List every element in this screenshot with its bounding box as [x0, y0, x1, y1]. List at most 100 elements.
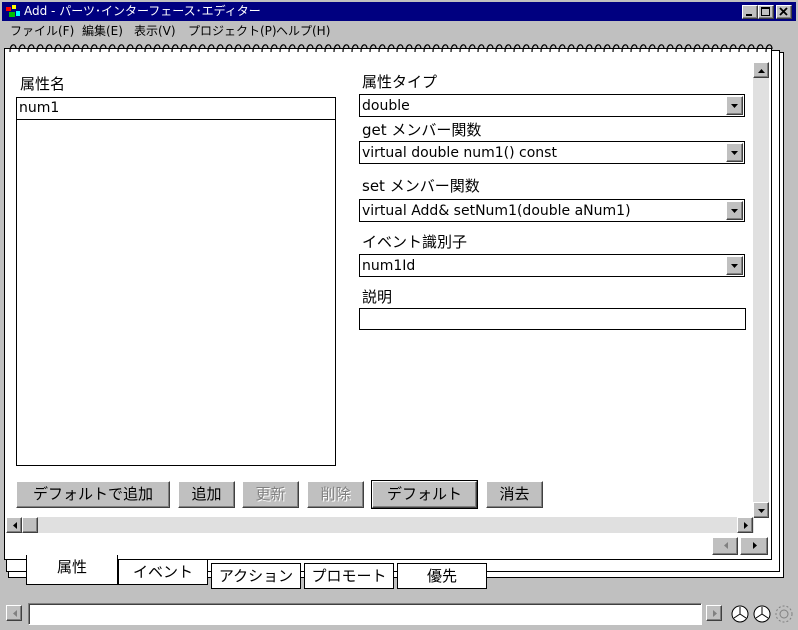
- get-member-combo[interactable]: virtual double num1() const: [359, 141, 745, 164]
- spiral-ring: [495, 44, 503, 53]
- spiral-ring: [117, 44, 125, 53]
- spiral-ring: [396, 44, 404, 53]
- spiral-ring: [270, 44, 278, 53]
- scroll-right-button[interactable]: [737, 517, 753, 533]
- spiral-ring: [306, 44, 314, 53]
- status-scroll-right-button[interactable]: [706, 605, 722, 621]
- tab-promote[interactable]: プロモート: [304, 563, 394, 589]
- minimize-button[interactable]: [742, 5, 758, 19]
- attr-type-combo[interactable]: double: [359, 94, 745, 117]
- minimize-icon: [746, 14, 752, 16]
- clock-icon[interactable]: [730, 604, 750, 624]
- spiral-ring: [99, 44, 107, 53]
- spiral-ring: [540, 44, 548, 53]
- spiral-ring: [594, 44, 602, 53]
- attr-name-label: 属性名: [20, 75, 66, 93]
- tab-attributes[interactable]: 属性: [26, 555, 118, 585]
- spiral-ring: [684, 44, 692, 53]
- menu-project[interactable]: プロジェクト(P): [188, 23, 277, 39]
- scroll-down-button[interactable]: [753, 502, 769, 518]
- add-button[interactable]: 追加: [178, 481, 235, 508]
- gear-icon[interactable]: [774, 604, 794, 624]
- attr-name-list[interactable]: num1: [16, 97, 336, 466]
- window-title: Add - パーツ･インターフェース･エディター: [24, 4, 261, 18]
- scroll-left-button[interactable]: [6, 517, 22, 533]
- scroll-thumb[interactable]: [22, 517, 38, 533]
- spiral-ring: [297, 44, 305, 53]
- description-input[interactable]: [359, 308, 746, 330]
- status-scroll-left-button[interactable]: [6, 605, 22, 621]
- spiral-ring: [153, 44, 161, 53]
- spiral-ring: [207, 44, 215, 53]
- spiral-ring: [405, 44, 413, 53]
- spiral-ring: [477, 44, 485, 53]
- delete-button[interactable]: 削除: [307, 481, 364, 508]
- menu-help[interactable]: ヘルプ(H): [276, 23, 330, 39]
- spiral-ring: [72, 44, 80, 53]
- spiral-ring: [9, 44, 17, 53]
- arrow-down-icon: [758, 509, 765, 513]
- dropdown-arrow-icon: [731, 151, 738, 155]
- arrow-right-icon: [753, 542, 757, 549]
- clear-button[interactable]: 消去: [486, 481, 543, 508]
- spiral-ring: [675, 44, 683, 53]
- status-field: [28, 603, 702, 625]
- spiral-ring: [351, 44, 359, 53]
- notebook-spiral: [9, 44, 773, 53]
- spiral-ring: [342, 44, 350, 53]
- update-button[interactable]: 更新: [242, 481, 299, 508]
- spiral-ring: [522, 44, 530, 53]
- spiral-ring: [243, 44, 251, 53]
- spiral-ring: [108, 44, 116, 53]
- maximize-button[interactable]: [758, 5, 774, 19]
- clock-icon[interactable]: [752, 604, 772, 624]
- set-member-dropdown-button[interactable]: [726, 201, 743, 220]
- spiral-ring: [288, 44, 296, 53]
- event-id-combo[interactable]: num1Id: [359, 254, 745, 277]
- attr-type-dropdown-button[interactable]: [726, 96, 743, 115]
- spiral-ring: [171, 44, 179, 53]
- set-member-combo[interactable]: virtual Add& setNum1(double aNum1): [359, 199, 745, 222]
- prev-page-button[interactable]: [712, 537, 738, 555]
- dropdown-arrow-icon: [731, 209, 738, 213]
- spiral-ring: [567, 44, 575, 53]
- spiral-ring: [468, 44, 476, 53]
- scroll-up-button[interactable]: [753, 62, 769, 78]
- spiral-ring: [585, 44, 593, 53]
- spiral-ring: [531, 44, 539, 53]
- spiral-ring: [513, 44, 521, 53]
- spiral-ring: [279, 44, 287, 53]
- spiral-ring: [693, 44, 701, 53]
- attr-type-label: 属性タイプ: [362, 73, 438, 91]
- tab-actions[interactable]: アクション: [211, 563, 301, 589]
- spiral-ring: [711, 44, 719, 53]
- spiral-ring: [549, 44, 557, 53]
- close-button[interactable]: [776, 5, 792, 19]
- title-bar[interactable]: Add - パーツ･インターフェース･エディター: [2, 2, 796, 21]
- menu-file[interactable]: ファイル(F): [10, 23, 74, 39]
- spiral-ring: [459, 44, 467, 53]
- spiral-ring: [666, 44, 674, 53]
- spiral-ring: [81, 44, 89, 53]
- menu-edit[interactable]: 編集(E): [82, 23, 123, 39]
- spiral-ring: [621, 44, 629, 53]
- get-member-dropdown-button[interactable]: [726, 143, 743, 162]
- spiral-ring: [27, 44, 35, 53]
- tab-events[interactable]: イベント: [118, 559, 208, 585]
- spiral-ring: [765, 44, 773, 53]
- spiral-ring: [180, 44, 188, 53]
- list-item[interactable]: num1: [17, 98, 335, 120]
- spiral-ring: [576, 44, 584, 53]
- get-member-value: virtual double num1() const: [362, 145, 557, 161]
- default-button[interactable]: デフォルト: [371, 480, 478, 509]
- vertical-scrollbar[interactable]: [753, 62, 769, 518]
- next-page-button[interactable]: [740, 537, 768, 555]
- event-id-dropdown-button[interactable]: [726, 256, 743, 275]
- horizontal-scrollbar[interactable]: [6, 517, 754, 533]
- spiral-ring: [36, 44, 44, 53]
- add-default-button[interactable]: デフォルトで追加: [16, 481, 170, 508]
- menu-view[interactable]: 表示(V): [134, 23, 176, 39]
- spiral-ring: [603, 44, 611, 53]
- tab-priority[interactable]: 優先: [397, 563, 487, 589]
- spiral-ring: [126, 44, 134, 53]
